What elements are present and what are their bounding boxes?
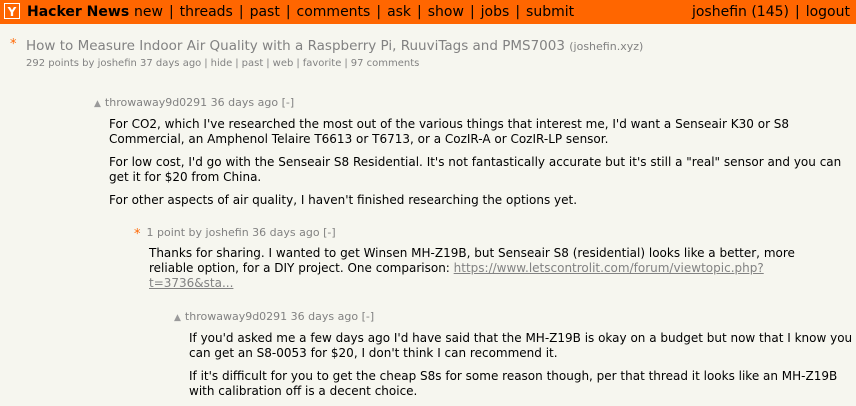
- nav-separator: |: [376, 4, 382, 20]
- comment-paragraph: Thanks for sharing. I wanted to get Wins…: [149, 246, 799, 291]
- upvote-arrow-icon[interactable]: ▲: [174, 313, 181, 323]
- nav-show[interactable]: show: [428, 4, 464, 20]
- hide-link[interactable]: hide: [211, 58, 233, 69]
- comment-header: 1 point by joshefin 36 days ago [-]: [146, 226, 336, 239]
- comment-paragraph: If it's difficult for you to get the che…: [189, 369, 838, 398]
- main-nav: new | threads | past | comments | ask | show | jobs |…: [134, 4, 574, 20]
- comment: ▲ throwaway9d0291 36 days ago [-] For CO2…: [94, 96, 854, 208]
- nav-separator: |: [238, 4, 244, 20]
- comments-link[interactable]: 97 comments: [351, 58, 420, 69]
- comment: ▲ throwaway9d0291 36 days ago [-] If you'…: [174, 310, 854, 399]
- comment-body: If you'd asked me a few days ago I'd hav…: [189, 331, 854, 399]
- comment-paragraph: For low cost, I'd go with the Senseair S…: [109, 155, 842, 184]
- star-icon: *: [134, 227, 141, 242]
- nav-ask[interactable]: ask: [387, 4, 411, 20]
- nav-jobs[interactable]: jobs: [481, 4, 510, 20]
- web-link[interactable]: web: [273, 58, 294, 69]
- comment-paragraph: If you'd asked me a few days ago I'd hav…: [189, 331, 853, 360]
- past-link[interactable]: past: [242, 58, 264, 69]
- comment: * 1 point by joshefin 36 days ago [-] Tha…: [134, 226, 844, 291]
- comment-header: throwaway9d0291 36 days ago [-]: [104, 96, 295, 109]
- story-points-line: 292 points by joshefin 37 days ago: [26, 58, 202, 69]
- site-name-link[interactable]: Hacker News: [27, 4, 129, 20]
- comment-meta: * 1 point by joshefin 36 days ago [-]: [134, 226, 844, 242]
- karma: (145): [751, 4, 789, 20]
- nav-submit[interactable]: submit: [526, 4, 574, 20]
- logout-link[interactable]: logout: [806, 4, 850, 20]
- comment-body: For CO2, which I've researched the most …: [109, 117, 854, 208]
- nav-past[interactable]: past: [250, 4, 280, 20]
- story-subtext: 292 points by joshefin 37 days ago | hide |…: [26, 58, 420, 69]
- story-star-icon: *: [10, 37, 17, 52]
- nav-separator: |: [795, 4, 800, 20]
- user-area: joshefin (145) | logout: [692, 4, 850, 20]
- top-bar: Y Hacker News new | threads | past | comments |…: [0, 0, 856, 24]
- nav-separator: |: [515, 4, 521, 20]
- comment-meta: ▲ throwaway9d0291 36 days ago [-]: [94, 96, 854, 111]
- favorite-link[interactable]: favorite: [303, 58, 342, 69]
- nav-separator: |: [285, 4, 291, 20]
- user-link[interactable]: joshefin: [692, 4, 747, 20]
- comment-header: throwaway9d0291 36 days ago [-]: [184, 310, 375, 323]
- comment-paragraph: For CO2, which I've researched the most …: [109, 117, 790, 146]
- nav-separator: |: [417, 4, 422, 20]
- nav-threads[interactable]: threads: [180, 4, 233, 20]
- nav-separator: |: [168, 4, 174, 20]
- story-domain[interactable]: (joshefin.xyz): [569, 40, 643, 53]
- story-title: How to Measure Indoor Air Quality with a…: [26, 38, 643, 55]
- comment-paragraph: For other aspects of air quality, I have…: [109, 193, 578, 207]
- hn-logo-icon[interactable]: Y: [4, 3, 20, 19]
- story-title-link[interactable]: How to Measure Indoor Air Quality with a…: [26, 38, 565, 54]
- nav-new[interactable]: new: [134, 4, 163, 20]
- upvote-arrow-icon[interactable]: ▲: [94, 99, 101, 109]
- nav-separator: |: [469, 4, 475, 20]
- comment-meta: ▲ throwaway9d0291 36 days ago [-]: [174, 310, 854, 325]
- nav-comments[interactable]: comments: [297, 4, 371, 20]
- comment-body: Thanks for sharing. I wanted to get Wins…: [149, 246, 799, 291]
